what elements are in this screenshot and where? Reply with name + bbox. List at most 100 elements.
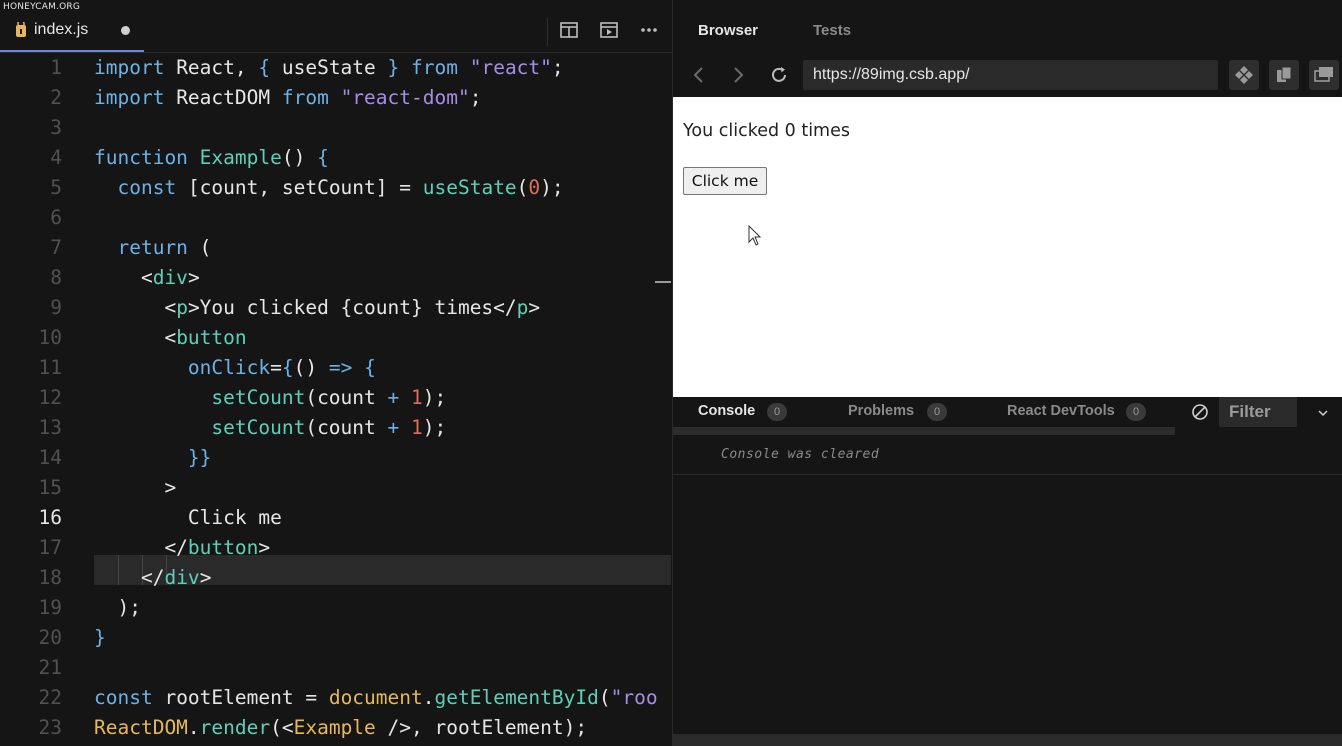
code-line[interactable]: 4 function Example() { bbox=[0, 143, 672, 173]
filter-input[interactable]: Filter bbox=[1219, 397, 1297, 427]
code-line[interactable]: 22 const rootElement = document.getElemen… bbox=[0, 683, 672, 713]
tab-console[interactable]: Console bbox=[698, 403, 755, 419]
code-line[interactable]: 20} bbox=[0, 623, 672, 653]
chevron-down-icon[interactable] bbox=[1317, 407, 1329, 419]
code-line[interactable]: 23 ReactDOM.render(<Example />, rootEleme… bbox=[0, 713, 672, 743]
file-tab-label: index.js bbox=[34, 21, 89, 38]
code-text: const rootElement = document.getElementB… bbox=[94, 683, 658, 713]
preview-viewport: You clicked 0 times Click me bbox=[673, 97, 1342, 397]
code-token: 1 bbox=[411, 386, 423, 409]
mouse-cursor-icon bbox=[748, 225, 762, 246]
browser-tab-bar: Browser Tests bbox=[673, 8, 1342, 53]
code-token: { bbox=[281, 356, 294, 379]
tab-tests[interactable]: Tests bbox=[813, 22, 851, 39]
code-token: . bbox=[187, 716, 200, 739]
code-text: } bbox=[94, 623, 106, 653]
move-icon bbox=[1235, 66, 1253, 84]
divider bbox=[673, 474, 1342, 475]
open-new-window-button[interactable] bbox=[1269, 60, 1299, 90]
code-text: </button> bbox=[94, 533, 270, 563]
code-line[interactable]: 19 ); bbox=[0, 593, 672, 623]
watermark: HONEYCAM.ORG bbox=[3, 2, 81, 12]
line-number: 6 bbox=[50, 206, 62, 229]
unsaved-dot-icon[interactable] bbox=[121, 26, 130, 35]
code-line[interactable]: 12 setCount(count + 1); bbox=[0, 383, 672, 413]
code-text: import ReactDOM from "react-dom"; bbox=[94, 83, 481, 113]
clear-console-icon[interactable] bbox=[1191, 403, 1209, 421]
preview-icon[interactable] bbox=[598, 19, 620, 41]
code-line[interactable]: 16 Click me bbox=[0, 503, 672, 533]
code-line[interactable]: 10 <button bbox=[0, 323, 672, 353]
more-options-icon[interactable] bbox=[638, 19, 660, 41]
code-line[interactable]: 21 bbox=[0, 653, 672, 683]
code-token: Click me bbox=[94, 506, 282, 529]
scrollbar-marker[interactable] bbox=[655, 281, 671, 283]
code-token: "react" bbox=[469, 56, 552, 79]
code-token: "roo bbox=[610, 686, 658, 709]
code-token: > bbox=[187, 266, 200, 289]
code-token: const bbox=[94, 686, 165, 709]
browser-nav-bar: https://89img.csb.app/ bbox=[673, 53, 1342, 97]
code-line[interactable]: 5 const [count, setCount] = useState(0); bbox=[0, 173, 672, 203]
code-token: > bbox=[528, 296, 541, 319]
code-line[interactable]: 13 setCount(count + 1); bbox=[0, 413, 672, 443]
editor-tab-bar: index.js bbox=[0, 8, 672, 53]
code-token: setCount bbox=[211, 416, 306, 439]
code-line[interactable]: 1 import React, { useState } from "react"… bbox=[0, 53, 672, 83]
console-scrollbar[interactable] bbox=[673, 734, 1342, 746]
code-token: < bbox=[94, 326, 177, 349]
code-line[interactable]: 2 import ReactDOM from "react-dom"; bbox=[0, 83, 672, 113]
split-editor-icon[interactable] bbox=[558, 19, 580, 41]
code-text: ReactDOM.render(<Example />, rootElement… bbox=[94, 713, 587, 743]
preview-click-me-button[interactable]: Click me bbox=[683, 167, 767, 195]
code-token: >You clicked {count} times</ bbox=[187, 296, 517, 319]
code-line[interactable]: 18 </div> bbox=[0, 563, 672, 593]
code-line[interactable]: 14 }} bbox=[0, 443, 672, 473]
line-number: 12 bbox=[38, 386, 62, 409]
code-token: < bbox=[94, 266, 153, 289]
line-number: 17 bbox=[38, 536, 62, 559]
line-number: 4 bbox=[50, 146, 62, 169]
code-text: import React, { useState } from "react"; bbox=[94, 53, 564, 83]
code-token: + bbox=[387, 416, 411, 439]
file-tab-index-js[interactable]: index.js bbox=[0, 8, 144, 52]
code-line[interactable]: 15 > bbox=[0, 473, 672, 503]
code-token: const bbox=[117, 176, 188, 199]
code-token: (count bbox=[305, 386, 388, 409]
devtools-button[interactable] bbox=[1229, 60, 1259, 90]
forward-icon[interactable] bbox=[727, 64, 749, 86]
code-line[interactable]: 9 <p>You clicked {count} times</p> bbox=[0, 293, 672, 323]
code-token: > bbox=[258, 536, 271, 559]
browser-panel: Browser Tests https://89img.csb.app/ You… bbox=[673, 0, 1342, 397]
code-token: . bbox=[422, 686, 435, 709]
line-number: 13 bbox=[38, 416, 62, 439]
tab-react-devtools[interactable]: React DevTools bbox=[1007, 403, 1115, 419]
line-number: 11 bbox=[38, 356, 62, 379]
line-number: 2 bbox=[50, 86, 62, 109]
line-number: 9 bbox=[50, 296, 62, 319]
refresh-icon[interactable] bbox=[768, 64, 790, 86]
tab-problems[interactable]: Problems bbox=[848, 403, 914, 419]
code-token: (< bbox=[270, 716, 294, 739]
line-number: 10 bbox=[38, 326, 62, 349]
code-token: (count bbox=[305, 416, 388, 439]
code-line[interactable]: 8 <div> bbox=[0, 263, 672, 293]
windows-button[interactable] bbox=[1309, 60, 1339, 90]
code-token: ; bbox=[551, 56, 564, 79]
code-editor[interactable]: index.js 1 import React, { useState } fro… bbox=[0, 0, 673, 746]
code-line[interactable]: 11 onClick={() => { bbox=[0, 353, 672, 383]
code-token: ; bbox=[469, 86, 482, 109]
code-token: from bbox=[411, 56, 470, 79]
url-input[interactable]: https://89img.csb.app/ bbox=[803, 60, 1218, 90]
code-text: </div> bbox=[94, 563, 211, 593]
line-number: 14 bbox=[38, 446, 62, 469]
code-token: > bbox=[94, 476, 177, 499]
code-line[interactable]: 17 </button> bbox=[0, 533, 672, 563]
code-line[interactable]: 7 return ( bbox=[0, 233, 672, 263]
code-text: }} bbox=[94, 443, 211, 473]
code-line[interactable]: 3 bbox=[0, 113, 672, 143]
tab-browser[interactable]: Browser bbox=[698, 22, 758, 39]
code-line[interactable]: 6 bbox=[0, 203, 672, 233]
back-icon[interactable] bbox=[688, 64, 710, 86]
